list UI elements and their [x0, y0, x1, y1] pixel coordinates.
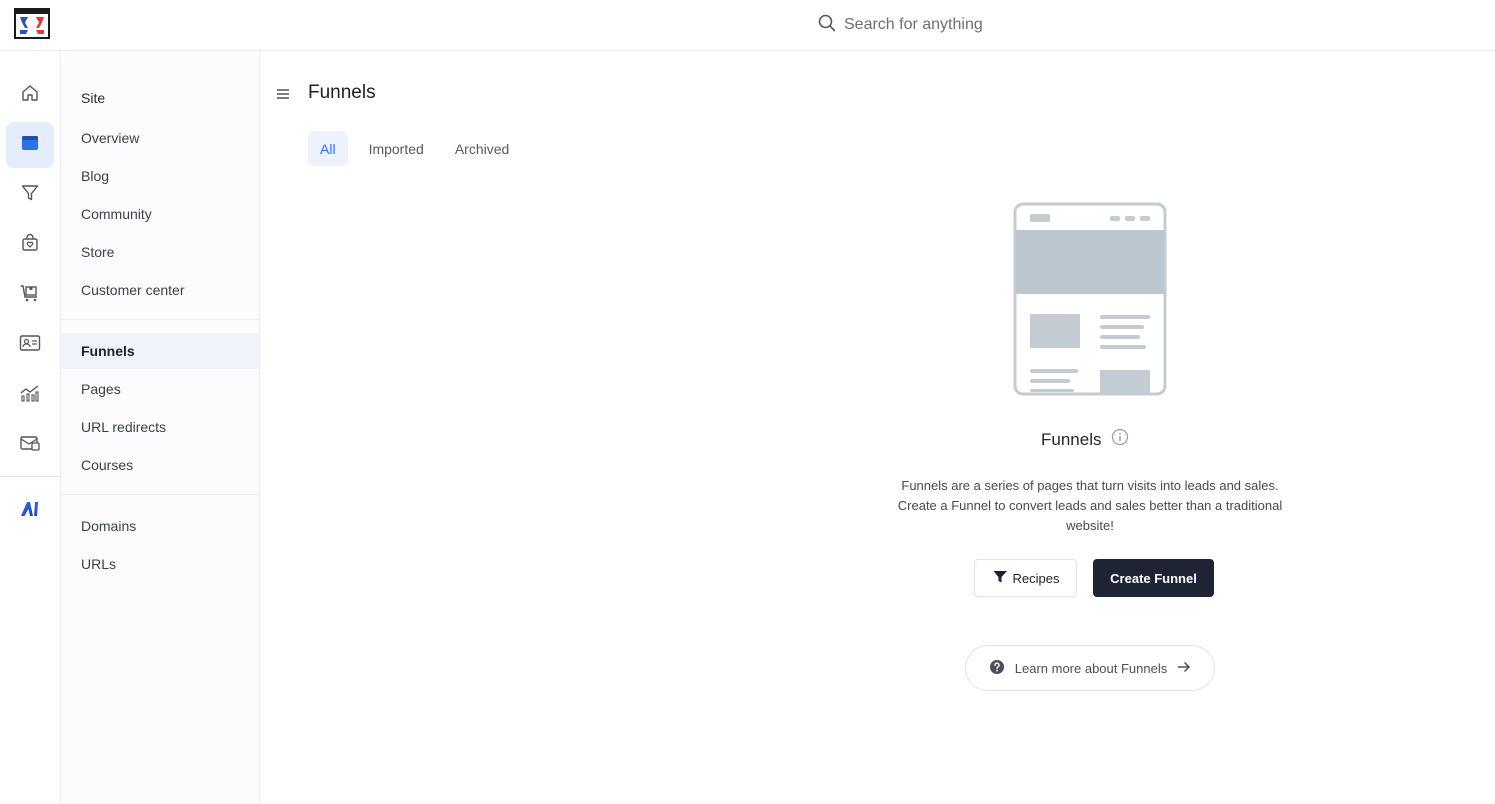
info-icon[interactable]	[1111, 428, 1129, 451]
sidebar-item-community[interactable]: Community	[61, 196, 259, 232]
tab-imported[interactable]: Imported	[357, 131, 436, 166]
rail-funnels[interactable]	[6, 172, 54, 218]
store-icon	[20, 233, 40, 258]
rail-email[interactable]	[6, 422, 54, 468]
recipes-label: Recipes	[1012, 570, 1060, 586]
recipes-button[interactable]: Recipes	[974, 559, 1077, 597]
rail-divider	[0, 476, 61, 477]
rail-analytics[interactable]	[6, 372, 54, 418]
rail-contacts[interactable]	[6, 322, 54, 368]
sidebar-item-blog[interactable]: Blog	[61, 158, 259, 194]
rail-ai[interactable]	[6, 488, 54, 534]
sidebar-heading-site: Site	[81, 90, 106, 106]
sidebar-item-url-redirects[interactable]: URL redirects	[61, 409, 259, 445]
cart-icon	[19, 283, 41, 308]
funnel-icon	[20, 183, 40, 208]
hamburger-menu-icon[interactable]	[276, 87, 290, 101]
sidebar-item-funnels[interactable]: Funnels	[61, 333, 259, 369]
home-icon	[20, 83, 40, 108]
tab-archived[interactable]: Archived	[443, 131, 521, 166]
sidebar-item-domains[interactable]: Domains	[61, 508, 259, 544]
email-icon	[19, 433, 41, 458]
funnel-filter-icon	[992, 570, 1008, 587]
sidebar-item-overview[interactable]: Overview	[61, 120, 259, 156]
tab-all[interactable]: All	[308, 131, 348, 166]
empty-state-description: Funnels are a series of pages that turn …	[897, 478, 1283, 533]
rail-store[interactable]	[6, 222, 54, 268]
top-bar: Search for anything	[0, 0, 1495, 51]
question-circle-icon	[989, 659, 1005, 678]
icon-rail	[0, 51, 61, 804]
rail-site[interactable]	[6, 122, 54, 168]
search-icon	[818, 14, 836, 37]
analytics-icon	[19, 383, 41, 408]
site-icon	[20, 133, 40, 158]
sidebar-item-courses[interactable]: Courses	[61, 447, 259, 483]
sidebar-item-pages[interactable]: Pages	[61, 371, 259, 407]
sidebar-divider	[61, 494, 260, 495]
funnel-tabs: All Imported Archived	[308, 131, 526, 166]
clickfunnels-logo[interactable]	[14, 8, 50, 39]
site-sidebar: Site Overview Blog Community Store Custo…	[61, 51, 260, 804]
ai-icon	[19, 500, 41, 523]
sidebar-item-urls[interactable]: URLs	[61, 546, 259, 582]
empty-state-title-row: Funnels	[1041, 428, 1129, 451]
learn-more-label: Learn more about Funnels	[1014, 660, 1168, 676]
search-placeholder: Search for anything	[844, 16, 983, 33]
search-bar[interactable]: Search for anything	[818, 12, 983, 38]
create-funnel-button[interactable]: Create Funnel	[1093, 559, 1214, 597]
arrow-right-icon	[1177, 660, 1191, 677]
empty-state-title: Funnels	[1041, 429, 1102, 449]
sidebar-divider	[61, 319, 260, 320]
learn-more-link[interactable]: Learn more about Funnels	[965, 645, 1215, 691]
sidebar-item-store[interactable]: Store	[61, 234, 259, 270]
contacts-icon	[19, 334, 41, 357]
sidebar-item-customer-center[interactable]: Customer center	[61, 272, 259, 308]
rail-home[interactable]	[6, 72, 54, 118]
page-title: Funnels	[308, 82, 376, 103]
empty-state-illustration	[1013, 202, 1167, 396]
rail-orders[interactable]	[6, 272, 54, 318]
main-content: Funnels All Imported Archived Funnels Fu…	[261, 51, 1495, 804]
